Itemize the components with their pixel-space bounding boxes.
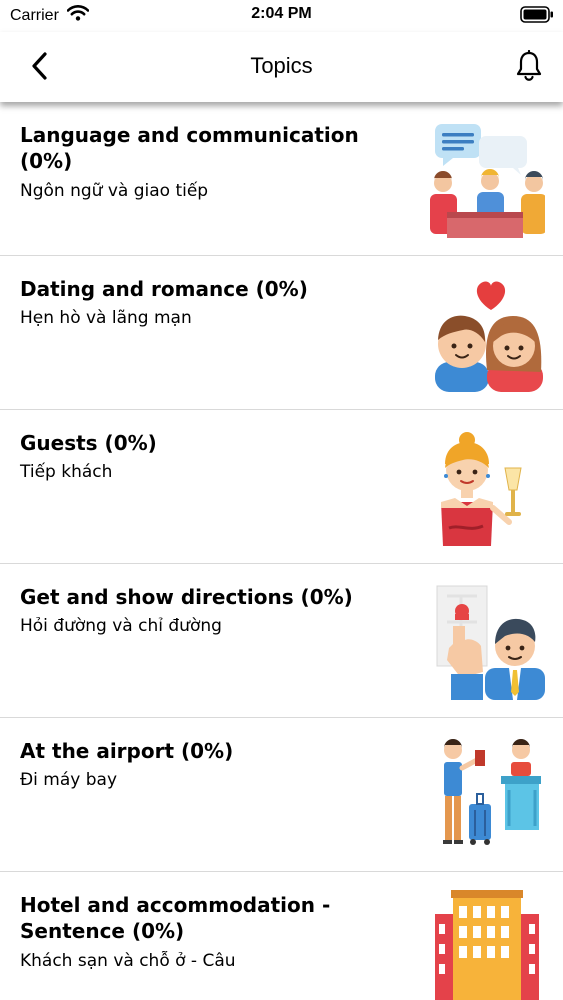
page-title: Topics <box>250 53 313 78</box>
navigation-bar: Topics <box>0 32 563 102</box>
topic-row-hotel[interactable]: Hotel and accommodation - Sentence (0%) … <box>0 872 563 1000</box>
topic-subtitle: Ngôn ngữ và giao tiếp <box>20 181 209 201</box>
bell-icon <box>516 50 542 81</box>
topic-row-dating[interactable]: Dating and romance (0%) Hẹn hò và lãng m… <box>0 256 563 410</box>
hotel-building-icon <box>435 890 539 1000</box>
topic-subtitle: Đi máy bay <box>20 770 118 790</box>
airport-checkin-icon <box>443 739 541 845</box>
topic-title: At the airport (0%) <box>20 739 234 763</box>
battery-icon <box>520 6 554 28</box>
topic-subtitle: Hỏi đường và chỉ đường <box>20 616 222 636</box>
topic-title: Hotel and accommodation - Sentence (0%) <box>20 893 331 943</box>
topic-title: Dating and romance (0%) <box>20 277 308 301</box>
topics-list: Language and communication (0%) Ngôn ngữ… <box>0 102 563 1000</box>
topic-title: Language and communication (0%) <box>20 123 359 173</box>
topic-row-airport[interactable]: At the airport (0%) Đi máy bay <box>0 718 563 872</box>
topic-subtitle: Hẹn hò và lãng mạn <box>20 308 192 328</box>
topic-title: Guests (0%) <box>20 431 157 455</box>
hostess-icon <box>441 432 522 546</box>
people-talking-icon <box>430 124 545 238</box>
topic-row-language[interactable]: Language and communication (0%) Ngôn ngữ… <box>0 102 563 256</box>
map-directions-icon <box>436 585 545 700</box>
status-bar: Carrier 2:04 PM <box>0 0 563 30</box>
topic-subtitle: Tiếp khách <box>20 462 113 482</box>
topic-row-directions[interactable]: Get and show directions (0%) Hỏi đường v… <box>0 564 563 718</box>
topic-subtitle: Khách sạn và chỗ ở - Câu <box>20 951 236 971</box>
clock: 2:04 PM <box>251 5 312 22</box>
notifications-button[interactable] <box>511 48 547 84</box>
couple-heart-icon <box>435 281 543 392</box>
topic-title: Get and show directions (0%) <box>20 585 353 609</box>
topic-row-guests[interactable]: Guests (0%) Tiếp khách <box>0 410 563 564</box>
